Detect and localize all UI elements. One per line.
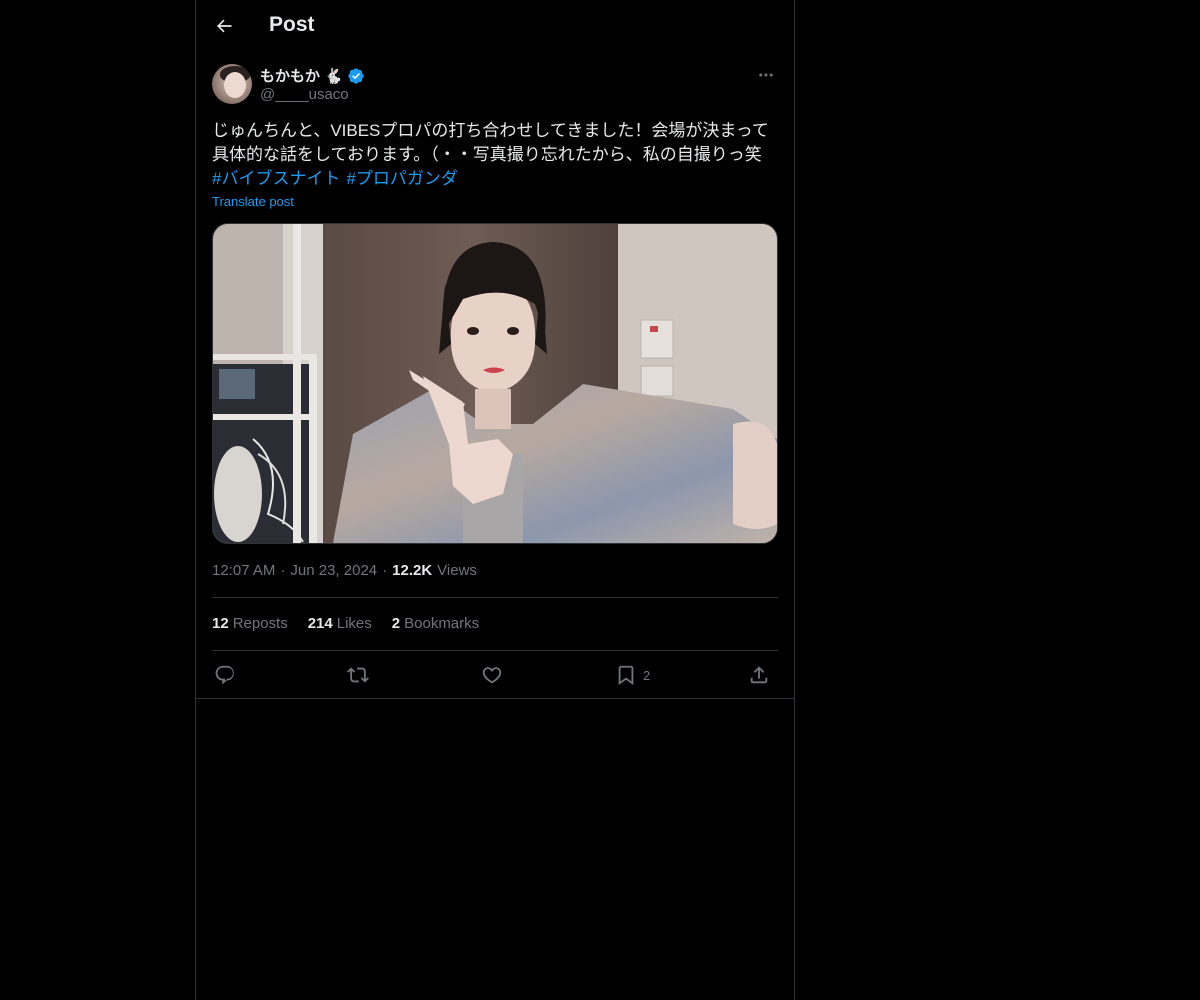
views-label: Views bbox=[437, 562, 477, 579]
repost-button[interactable] bbox=[347, 662, 369, 688]
more-dots-icon bbox=[759, 73, 773, 77]
engagement-stats: 12 Reposts 214 Likes 2 Bookmarks bbox=[212, 615, 479, 632]
likes-stat[interactable]: 214 Likes bbox=[308, 615, 372, 632]
post-hashtags: #バイブスナイト #プロパガンダ bbox=[212, 167, 464, 191]
divider bbox=[212, 597, 778, 598]
bookmark-count: 2 bbox=[643, 667, 651, 683]
rabbit-emoji-icon: 🐇 bbox=[324, 67, 343, 85]
share-icon bbox=[750, 666, 768, 684]
reply-icon bbox=[215, 665, 234, 684]
hashtag-link[interactable]: #プロパガンダ bbox=[346, 169, 457, 188]
author-handle[interactable]: @____usaco bbox=[260, 86, 349, 103]
bookmarks-stat[interactable]: 2 Bookmarks bbox=[392, 615, 479, 632]
more-options-button[interactable] bbox=[754, 64, 778, 86]
heart-icon bbox=[482, 667, 502, 684]
meta-separator: · bbox=[382, 562, 388, 579]
header-bar: Post bbox=[196, 0, 794, 54]
bookmark-icon bbox=[618, 665, 634, 686]
post-text: じゅんちんと、VIBESプロパの打ち合わせしてきました！会場が決まって 具体的な… bbox=[212, 121, 769, 164]
page-title: Post bbox=[269, 13, 315, 36]
post-photo[interactable] bbox=[212, 223, 778, 544]
hashtag-link[interactable]: #バイブスナイト bbox=[212, 169, 340, 188]
likes-count: 214 bbox=[307, 615, 333, 632]
post-date[interactable]: Jun 23, 2024 bbox=[290, 562, 377, 579]
share-button[interactable] bbox=[748, 662, 770, 688]
reply-button[interactable] bbox=[214, 662, 236, 688]
divider bbox=[196, 698, 794, 699]
back-arrow-icon bbox=[217, 19, 232, 33]
action-bar: 2 bbox=[212, 662, 778, 688]
translate-post-link[interactable]: Translate post bbox=[212, 194, 294, 209]
post-author: もかもか 🐇 @____usaco bbox=[212, 64, 778, 108]
views-count: 12.2K bbox=[392, 562, 433, 579]
divider bbox=[212, 650, 778, 651]
meta-separator: · bbox=[280, 562, 286, 579]
repost-icon bbox=[347, 667, 369, 683]
author-name-line: もかもか 🐇 bbox=[260, 65, 365, 86]
bookmark-button[interactable]: 2 bbox=[615, 662, 650, 688]
likes-label: Likes bbox=[336, 615, 372, 632]
reposts-count: 12 bbox=[212, 615, 229, 632]
back-button[interactable] bbox=[212, 14, 236, 38]
avatar[interactable] bbox=[212, 64, 252, 104]
reposts-stat[interactable]: 12 Reposts bbox=[212, 615, 288, 632]
post-meta: 12:07 AM · Jun 23, 2024 · 12.2K Views bbox=[212, 562, 477, 579]
reposts-label: Reposts bbox=[232, 615, 288, 632]
like-button[interactable] bbox=[481, 662, 503, 688]
post-column: Post もかもか 🐇 @____usaco じゅんちんと、VIBESプロパの打… bbox=[195, 0, 795, 1000]
display-name[interactable]: もかもか bbox=[260, 65, 320, 86]
selfie-photo-image bbox=[213, 224, 777, 543]
bookmarks-label: Bookmarks bbox=[404, 615, 480, 632]
verified-badge-icon[interactable] bbox=[347, 67, 365, 85]
post-time[interactable]: 12:07 AM bbox=[212, 562, 275, 579]
bookmarks-count: 2 bbox=[391, 615, 401, 632]
